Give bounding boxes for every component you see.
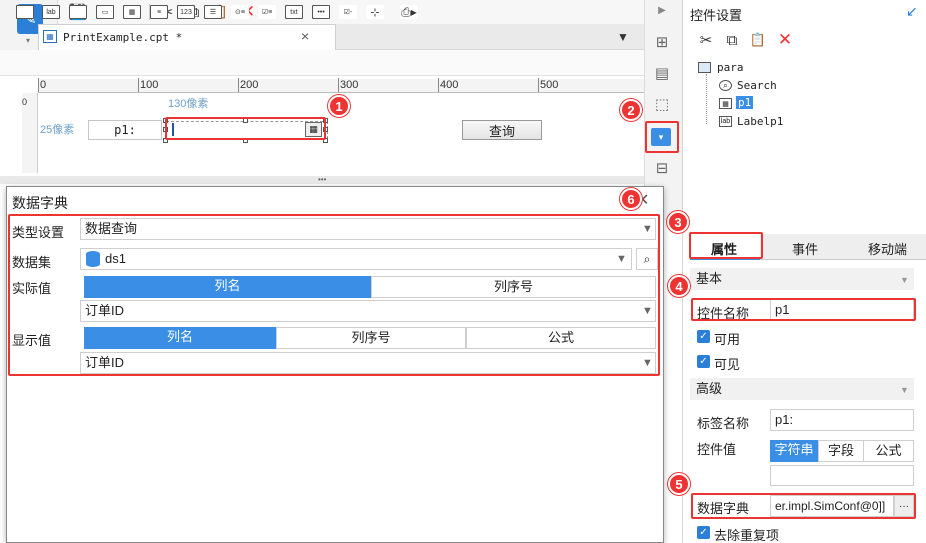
collapse-arrow-icon[interactable]: ▶: [652, 0, 672, 20]
callout-badge-6: 6: [620, 188, 642, 210]
panel-paste-icon[interactable]: 📋: [749, 31, 767, 49]
text-label-widget-icon[interactable]: lab: [42, 5, 60, 19]
search-node-icon: ⌕: [719, 80, 732, 91]
tree-item-labelp1[interactable]: Labelp1: [737, 115, 783, 128]
list-widget-icon[interactable]: ☰: [204, 5, 222, 19]
callout-badge-1: 1: [328, 95, 350, 117]
section-basic-label: 基本: [696, 271, 723, 286]
tab-close-icon[interactable]: ×: [301, 28, 309, 44]
ruler-tick-label: 0: [40, 79, 47, 91]
ruler-tick-label: 200: [240, 79, 259, 91]
highlight-box-4: [691, 298, 916, 321]
panel-copy-icon[interactable]: ⧉: [723, 31, 741, 49]
textbox-widget-icon[interactable]: [69, 5, 87, 19]
control-value-input[interactable]: [770, 465, 914, 486]
panel-title: 控件设置: [690, 8, 743, 23]
ruler-tick: [138, 78, 139, 92]
textarea-widget-icon[interactable]: ≡: [150, 5, 168, 19]
frame-icon[interactable]: ⬚: [652, 94, 672, 114]
visible-checkbox[interactable]: ✓: [697, 355, 710, 368]
layout-icon[interactable]: ⊞: [652, 32, 672, 52]
tab-events[interactable]: 事件: [792, 239, 818, 258]
radio-group-widget-icon[interactable]: ⊙≡: [231, 5, 249, 19]
checkbox-group-widget-icon[interactable]: ☑≡: [258, 5, 276, 19]
highlight-box-5: [691, 493, 916, 519]
highlight-box-6: [8, 214, 660, 376]
ruler-tick-label: 500: [540, 79, 559, 91]
section-basic[interactable]: 基本: [690, 268, 914, 290]
tab-printexample[interactable]: ▦ PrintExample.cpt * ×: [38, 24, 336, 50]
splitter-grip-icon[interactable]: •••: [318, 175, 326, 184]
section-advanced-chevron-icon[interactable]: ▼: [900, 385, 909, 395]
report-file-icon: ▦: [43, 30, 57, 43]
search-button[interactable]: 查询: [462, 120, 542, 140]
highlight-box-2: [645, 121, 679, 153]
dedupe-checkbox[interactable]: ✓: [697, 526, 710, 539]
panel-cut-icon[interactable]: ✂: [697, 31, 715, 49]
panel-delete-icon[interactable]: ✕: [776, 30, 794, 49]
widget-toolbar: [0, 50, 644, 76]
tree-line: [706, 74, 707, 124]
value-type-formula[interactable]: 公式: [863, 440, 914, 462]
horizontal-ruler: 0 100 200 300 400 500: [38, 78, 644, 93]
callout-badge-3: 3: [667, 211, 689, 233]
tree-item-search[interactable]: Search: [737, 79, 777, 92]
tag-name-input[interactable]: p1:: [770, 409, 914, 431]
date-widget-icon[interactable]: ▦: [123, 5, 141, 19]
dialog-title: 数据字典: [12, 195, 68, 211]
section-basic-chevron-icon[interactable]: ▼: [900, 275, 909, 285]
height-dimension-label: 25像素: [40, 124, 75, 136]
ruler-tick: [38, 78, 39, 92]
tab-mobile[interactable]: 移动端: [868, 239, 907, 258]
tree-root-para[interactable]: para: [717, 61, 744, 74]
callout-badge-2: 2: [620, 99, 642, 121]
ruler-tick: [438, 78, 439, 92]
highlight-box-3: [689, 232, 763, 259]
ruler-tick-label: 400: [440, 79, 459, 91]
dedupe-label: 去除重复项: [714, 528, 780, 543]
callout-badge-4: 4: [668, 275, 690, 297]
stack-icon[interactable]: ⊟: [652, 158, 672, 178]
section-advanced-label: 高级: [696, 381, 723, 396]
tree-widget-icon[interactable]: ⊹: [366, 5, 384, 19]
tab-label: PrintExample.cpt *: [63, 31, 183, 44]
tab-menu-icon[interactable]: ▼: [616, 30, 630, 44]
logo-menu-caret-icon[interactable]: ▾: [26, 36, 30, 45]
checkbox-widget-icon[interactable]: ☑-: [339, 5, 357, 19]
tag-name-label: 标签名称: [697, 416, 750, 431]
control-value-label: 控件值: [697, 442, 737, 457]
widget-settings-icon[interactable]: ▤: [652, 63, 672, 83]
callout-badge-5: 5: [668, 473, 690, 495]
number-widget-icon[interactable]: 123: [177, 5, 195, 19]
section-advanced[interactable]: 高级: [690, 378, 914, 400]
pin-icon[interactable]: ↙: [906, 3, 918, 20]
vertical-ruler-zero: 0: [22, 97, 28, 107]
ruler-tick: [238, 78, 239, 92]
enabled-checkbox[interactable]: ✓: [697, 330, 710, 343]
more-widgets-icon[interactable]: ⎙▸: [400, 5, 418, 19]
value-type-string[interactable]: 字符串: [770, 440, 818, 462]
tree-item-p1[interactable]: p1: [736, 96, 754, 109]
value-type-field[interactable]: 字段: [818, 440, 864, 462]
label-node-icon: lab: [719, 116, 732, 127]
visible-label: 可见: [714, 357, 741, 372]
highlight-box-1: [165, 117, 326, 140]
button-widget-icon[interactable]: ▭: [96, 5, 114, 19]
password-widget-icon[interactable]: •••: [312, 5, 330, 19]
enabled-label: 可用: [714, 332, 741, 347]
width-dimension-label: 130像素: [168, 98, 209, 110]
label-widget-icon[interactable]: [16, 5, 34, 19]
ruler-tick-label: 100: [140, 79, 159, 91]
ruler-tick: [538, 78, 539, 92]
ruler-tick: [338, 78, 339, 92]
date-node-icon: ▦: [719, 98, 732, 109]
label-p1[interactable]: p1:: [88, 120, 162, 140]
para-node-icon: [698, 62, 711, 73]
text-widget-icon[interactable]: txt: [285, 5, 303, 19]
ruler-tick-label: 300: [340, 79, 359, 91]
